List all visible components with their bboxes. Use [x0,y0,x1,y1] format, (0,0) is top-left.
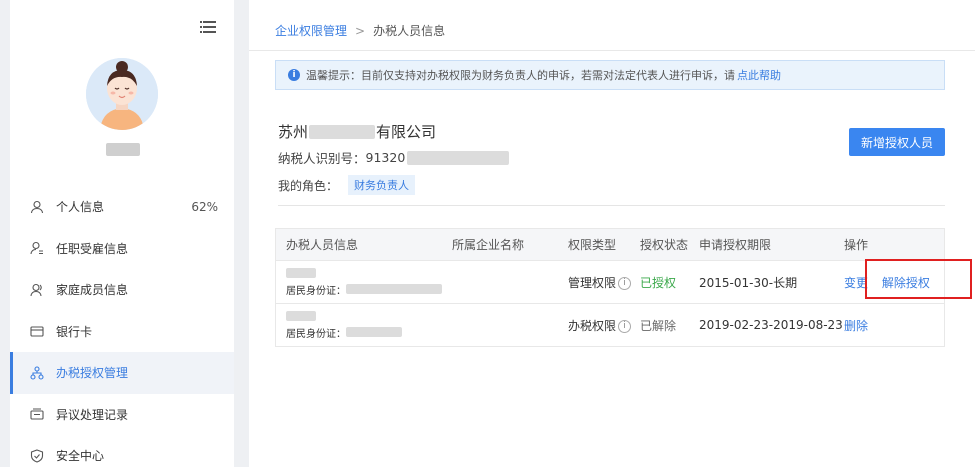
taxpayer-id: 纳税人识别号： 91320 [278,148,510,167]
org-icon [30,366,44,380]
table-row: 居民身份证： 管理权限 i 已授权 2015-01-30-长期 变更 解除授权 [276,260,944,303]
highlight-box [865,259,972,299]
permission-cell: 办税权限 i [568,317,640,334]
redacted-taxid [407,150,510,165]
permission-type: 办税权限 [568,318,617,333]
sidebar-item-label: 任职受雇信息 [56,241,129,256]
redacted-person-name [286,267,316,278]
main-panel: 企业权限管理 > 办税人员信息 i 温馨提示：目前仅支持对办税权限为财务负责人的… [249,0,975,467]
menu-toggle-icon[interactable] [200,20,216,34]
col-header-permission: 权限类型 [568,238,617,252]
help-link[interactable]: 点此帮助 [737,67,781,83]
sidebar-item-employment[interactable]: 任职受雇信息 [10,228,234,270]
role-label: 我的角色： [278,178,339,193]
sidebar-item-label: 异议处理记录 [56,407,129,422]
employee-icon [30,241,44,255]
sidebar-item-security-center[interactable]: 安全中心 [10,435,234,467]
family-icon [30,283,44,297]
notice-banner: i 温馨提示：目前仅支持对办税权限为财务负责人的申诉，若需对法定代表人进行申诉，… [275,60,945,90]
sidebar-item-label: 办税授权管理 [56,366,129,381]
redacted-company-name [309,124,376,139]
person-info: 居民身份证： [276,310,452,340]
id-card-label: 居民身份证： [286,328,346,340]
status-authorized: 已授权 [640,275,677,290]
redacted-id-number [346,284,442,294]
card-icon [30,324,44,338]
redacted-id-number [346,327,402,337]
section-divider [278,205,945,206]
add-authorized-person-button[interactable]: 新增授权人员 [849,128,945,156]
col-header-person: 办税人员信息 [286,238,359,252]
breadcrumb-parent-link[interactable]: 企业权限管理 [275,22,347,39]
table-row: 居民身份证： 办税权限 i 已解除 2019-02-23-2019-08-23 删… [276,303,944,346]
username-redacted [106,143,140,156]
table-header: 办税人员信息 所属企业名称 权限类型 授权状态 申请授权期限 操作 [276,229,944,260]
completion-percent: 62% [191,199,218,214]
taxid-prefix: 91320 [365,150,406,165]
person-icon [30,200,44,214]
breadcrumb: 企业权限管理 > 办税人员信息 [275,22,445,39]
my-role: 我的角色： 财务负责人 [278,175,416,195]
authorized-persons-table: 办税人员信息 所属企业名称 权限类型 授权状态 申请授权期限 操作 居民身份证：… [275,228,972,347]
id-card-field: 居民身份证： [286,282,452,297]
notice-text: 温馨提示：目前仅支持对办税权限为财务负责人的申诉，若需对法定代表人进行申诉，请 [306,69,735,82]
info-icon: i [288,69,300,81]
sidebar-item-tax-authorization[interactable]: 办税授权管理 [10,352,234,394]
col-header-actions: 操作 [844,238,869,252]
delete-link[interactable]: 删除 [844,319,868,333]
shield-icon [30,449,44,463]
breadcrumb-current: 办税人员信息 [373,24,446,38]
info-circle-icon[interactable]: i [618,319,632,333]
permission-type: 管理权限 [568,275,617,290]
sidebar-item-personal-info[interactable]: 个人信息 62% [10,186,234,228]
sidebar-item-family[interactable]: 家庭成员信息 [10,269,234,311]
authorization-period: 2015-01-30-长期 [699,275,798,290]
company-name-prefix: 苏州 [278,123,309,141]
person-info: 居民身份证： [276,267,452,297]
col-header-status: 授权状态 [640,238,689,252]
avatar[interactable] [86,58,158,130]
redacted-person-name [286,310,316,321]
taxid-label: 纳税人识别号： [278,151,366,166]
sidebar-item-bank-card[interactable]: 银行卡 [10,311,234,353]
id-card-field: 居民身份证： [286,325,452,340]
sidebar-item-objection-records[interactable]: 异议处理记录 [10,394,234,436]
company-name: 苏州 有限公司 [278,121,436,142]
sidebar-item-label: 个人信息 [56,200,105,215]
id-card-label: 居民身份证： [286,285,346,297]
status-revoked: 已解除 [640,318,677,333]
company-name-suffix: 有限公司 [376,123,437,141]
sidebar-item-label: 银行卡 [56,324,93,339]
actions-cell: 删除 [844,317,944,334]
sidebar-nav: 个人信息 62% 任职受雇信息 家庭成员信息 银行卡 办税授权管理 异议处理记录… [10,186,234,467]
col-header-period: 申请授权期限 [699,238,772,252]
role-badge: 财务负责人 [348,175,416,195]
breadcrumb-separator: > [355,23,366,38]
header-divider [249,50,975,51]
sidebar-item-label: 安全中心 [56,449,105,464]
permission-cell: 管理权限 i [568,274,640,291]
sidebar: 个人信息 62% 任职受雇信息 家庭成员信息 银行卡 办税授权管理 异议处理记录… [10,0,234,467]
col-header-company: 所属企业名称 [452,238,525,252]
sidebar-item-label: 家庭成员信息 [56,283,129,298]
record-icon [30,407,44,421]
authorization-period: 2019-02-23-2019-08-23 [699,318,843,332]
info-circle-icon[interactable]: i [618,276,632,290]
